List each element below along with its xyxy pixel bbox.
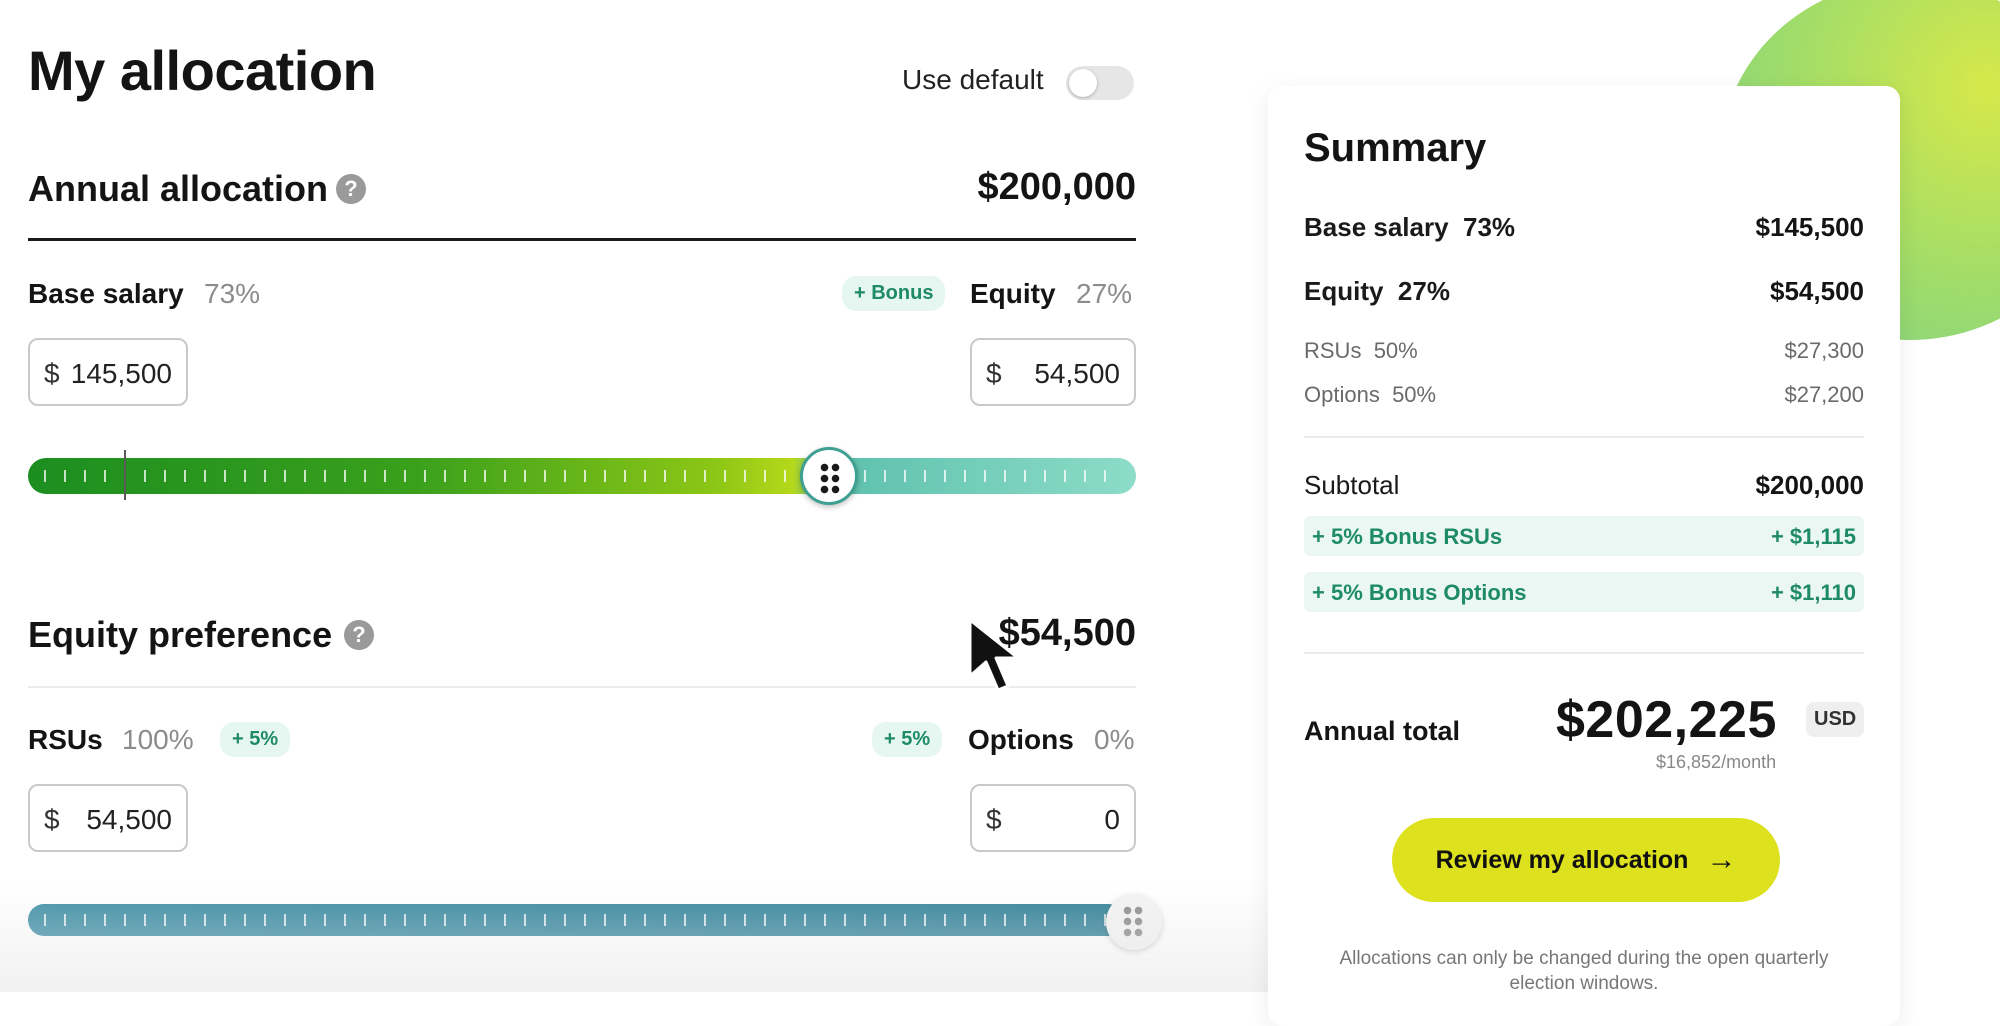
options-bonus-chip: + 5%: [872, 722, 943, 757]
bonus-options-row: + 5% Bonus Options + $1,110: [1304, 572, 1864, 612]
cursor-pointer-icon: [968, 618, 1020, 692]
base-salary-value: 145,500: [70, 358, 172, 389]
annual-allocation-total: $200,000: [977, 166, 1137, 208]
page-title: My allocation: [28, 39, 377, 102]
slider-ticks: [44, 470, 1120, 482]
currency-symbol: $: [44, 358, 60, 389]
allocation-slider-track[interactable]: [28, 458, 1136, 494]
use-default-label: Use default: [902, 64, 1044, 95]
summary-subrow-label: RSUs 50%: [1304, 338, 1418, 363]
equity-slider-track[interactable]: [28, 904, 1124, 936]
bonus-rsus-label: + 5% Bonus RSUs: [1312, 524, 1503, 549]
base-salary-percent: 73%: [204, 278, 261, 309]
annual-total-label: Annual total: [1304, 716, 1460, 746]
summary-title: Summary: [1304, 126, 1487, 170]
allocation-slider-handle[interactable]: [800, 447, 858, 505]
bonus-rsus-value: + $1,115: [1770, 524, 1856, 549]
subtotal-value: $200,000: [1755, 470, 1864, 500]
summary-row-label: Base salary 73%: [1304, 212, 1516, 242]
equity-percent: 27%: [1076, 278, 1133, 309]
equity-input[interactable]: $ 54,500: [970, 338, 1136, 406]
rsus-label: RSUs: [28, 724, 103, 755]
currency-symbol: $: [986, 358, 1002, 389]
base-salary-label: Base salary: [28, 278, 184, 309]
summary-subrow-label: Options 50%: [1304, 382, 1437, 407]
slider-marker: [124, 450, 126, 500]
arrow-right-icon: →: [1706, 843, 1737, 876]
base-salary-input[interactable]: $ 145,500: [28, 338, 188, 406]
rsus-bonus-chip: + 5%: [220, 722, 291, 757]
review-allocation-label: Review my allocation: [1435, 845, 1689, 874]
card-divider: [1304, 652, 1864, 654]
annual-allocation-title: Annual allocation: [28, 168, 329, 209]
rsus-input[interactable]: $ 54,500: [28, 784, 188, 852]
review-allocation-button[interactable]: Review my allocation →: [1392, 818, 1780, 902]
help-icon[interactable]: ?: [344, 620, 374, 650]
bonus-chip: + Bonus: [842, 276, 946, 311]
summary-subrow-value: $27,200: [1784, 382, 1864, 407]
options-input[interactable]: $ 0: [970, 784, 1136, 852]
equity-slider-handle[interactable]: [1106, 894, 1162, 950]
summary-row-value: $145,500: [1755, 212, 1864, 242]
currency-symbol: $: [986, 804, 1002, 835]
rsus-percent: 100%: [122, 724, 194, 755]
card-divider: [1304, 436, 1864, 438]
slider-ticks: [44, 914, 1108, 926]
currency-badge: USD: [1806, 702, 1865, 737]
summary-card: Summary Base salary 73% $145,500 Equity …: [1268, 86, 1900, 1026]
summary-row-value: $54,500: [1770, 276, 1864, 306]
equity-value: 54,500: [1034, 358, 1120, 389]
options-value: 0: [1104, 804, 1120, 835]
bonus-rsus-row: + 5% Bonus RSUs + $1,115: [1304, 516, 1864, 556]
subtotal-label: Subtotal: [1304, 470, 1400, 500]
help-icon[interactable]: ?: [336, 174, 366, 204]
use-default-toggle[interactable]: [1066, 66, 1134, 100]
rsus-value: 54,500: [86, 804, 172, 835]
bonus-options-value: + $1,110: [1770, 580, 1856, 605]
per-month-amount: $16,852/month: [1656, 752, 1777, 772]
toggle-knob: [1069, 69, 1097, 97]
equity-preference-title: Equity preference: [28, 614, 333, 655]
bottom-fade: [0, 880, 1270, 992]
bonus-options-label: + 5% Bonus Options: [1312, 580, 1527, 605]
equity-label: Equity: [970, 278, 1056, 309]
summary-row-label: Equity 27%: [1304, 276, 1450, 306]
section-divider: [28, 238, 1136, 241]
options-label: Options: [968, 724, 1074, 755]
drag-handle-icon: [1122, 905, 1144, 937]
drag-handle-icon: [819, 462, 841, 494]
allocation-note: Allocations can only be changed during t…: [1339, 948, 1829, 994]
options-percent: 0%: [1094, 724, 1135, 755]
summary-subrow-value: $27,300: [1784, 338, 1864, 363]
currency-symbol: $: [44, 804, 60, 835]
annual-total-value: $202,225: [1556, 691, 1777, 749]
